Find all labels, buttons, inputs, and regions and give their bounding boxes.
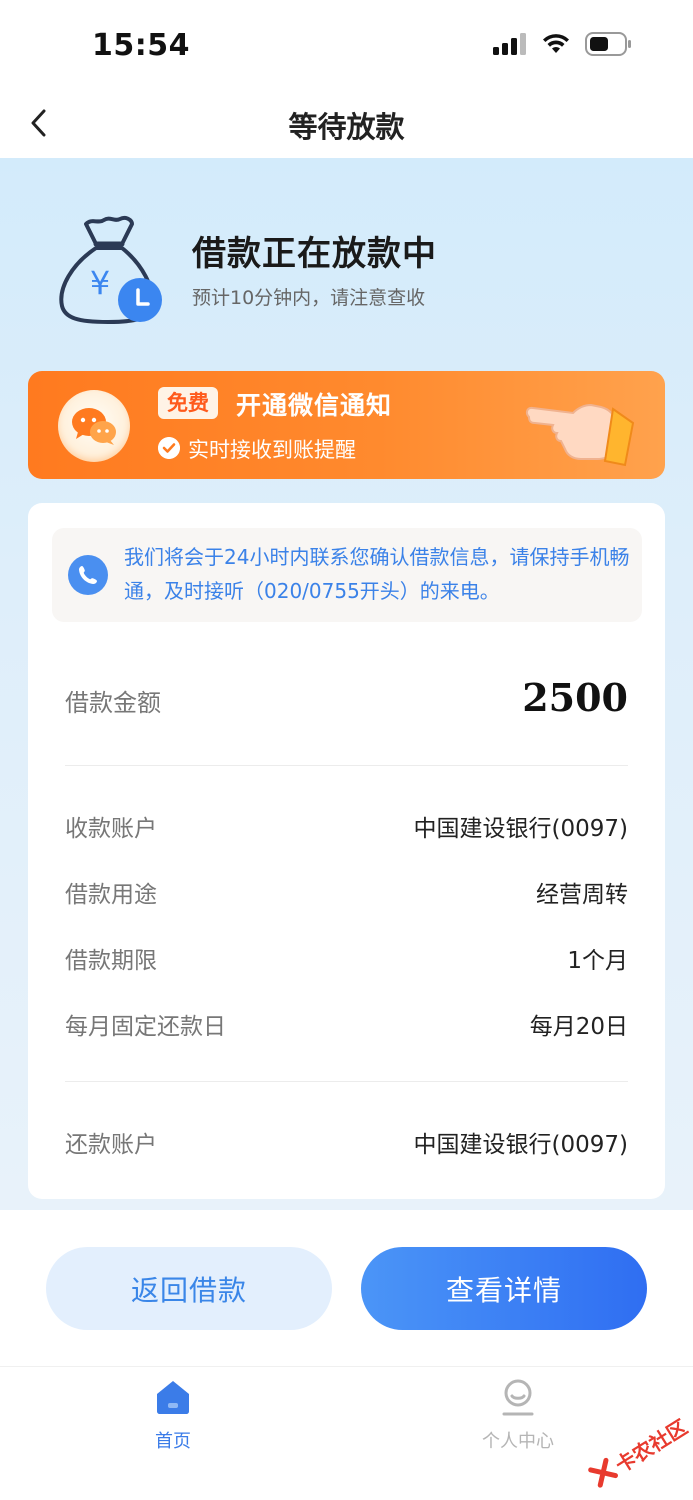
- wechat-icon: [72, 408, 116, 445]
- notice-text: 我们将会于24小时内联系您确认借款信息，请保持手机畅通，及时接听（020/075…: [124, 545, 630, 603]
- receive-account-value: 中国建设银行(0097): [413, 816, 628, 842]
- divider: [65, 765, 628, 766]
- tab-profile[interactable]: 个人中心: [448, 1377, 588, 1453]
- tab-profile-label: 个人中心: [482, 1431, 554, 1452]
- loan-status-title: 借款正在放款中: [192, 234, 437, 274]
- check-circle-icon: [158, 437, 180, 459]
- phone-icon: [68, 555, 108, 595]
- status-time: 15:54: [92, 28, 190, 63]
- page-title: 等待放款: [288, 110, 405, 144]
- loan-status-subtitle: 预计10分钟内，请注意查收: [192, 287, 426, 309]
- svg-text:¥: ¥: [90, 264, 110, 302]
- nav-bar: 等待放款: [0, 92, 693, 158]
- status-bar: 15:54: [0, 0, 693, 92]
- banner-title: 开通微信通知: [236, 391, 393, 420]
- phone-glyph-icon: [79, 566, 97, 584]
- pointing-hand-icon: [525, 403, 635, 467]
- repay-day-label: 每月固定还款日: [65, 1014, 226, 1040]
- user-icon: [502, 1379, 534, 1416]
- battery-icon: [585, 32, 631, 56]
- receive-account-label: 收款账户: [65, 816, 157, 842]
- home-icon: [157, 1381, 189, 1414]
- return-loan-button[interactable]: 返回借款: [46, 1247, 332, 1330]
- signal-icon: [493, 33, 526, 55]
- loan-info-card: 我们将会于24小时内联系您确认借款信息，请保持手机畅通，及时接听（020/075…: [28, 503, 665, 1199]
- tab-home[interactable]: 首页: [103, 1377, 243, 1453]
- wechat-notify-banner[interactable]: 免费 开通微信通知 实时接收到账提醒: [28, 371, 665, 479]
- divider: [65, 1081, 628, 1082]
- wifi-icon: [543, 34, 569, 53]
- loan-purpose-label: 借款用途: [65, 882, 157, 908]
- tab-home-label: 首页: [155, 1431, 191, 1452]
- contact-notice: 我们将会于24小时内联系您确认借款信息，请保持手机畅通，及时接听（020/075…: [52, 528, 642, 622]
- amount-value: 2500: [522, 675, 628, 720]
- loan-term-label: 借款期限: [65, 948, 157, 974]
- free-tag: 免费: [158, 387, 218, 419]
- loan-term-value: 1个月: [567, 948, 628, 974]
- money-bag-clock-icon: ¥: [59, 215, 162, 324]
- banner-subtitle: 实时接收到账提醒: [188, 438, 356, 462]
- repay-account-label: 还款账户: [65, 1132, 157, 1158]
- repay-account-value: 中国建设银行(0097): [413, 1132, 628, 1158]
- loan-purpose-value: 经营周转: [536, 882, 628, 908]
- repay-day-value: 每月20日: [529, 1014, 628, 1040]
- wechat-badge: [58, 390, 130, 462]
- view-details-button[interactable]: 查看详情: [361, 1247, 647, 1330]
- status-icons: [493, 32, 633, 56]
- amount-label: 借款金额: [65, 689, 161, 717]
- tab-bar: 首页 个人中心: [0, 1366, 693, 1500]
